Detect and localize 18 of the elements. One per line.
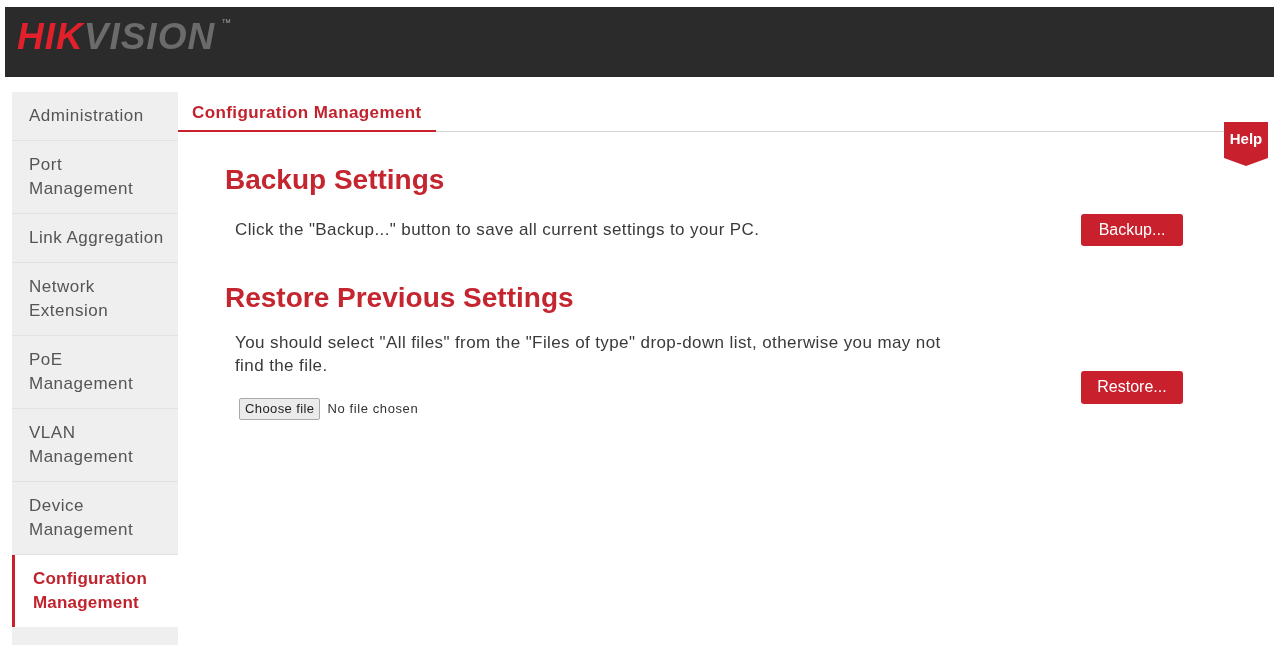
sidebar-item[interactable]: Link Aggregation <box>12 214 178 263</box>
help-button[interactable]: Help <box>1224 122 1268 166</box>
section-heading: Backup Settings <box>225 163 446 196</box>
instruction-text: Click the "Backup..." button to save all current settings to your PC. <box>235 218 760 241</box>
sidebar-item[interactable]: Network Extension <box>12 263 178 336</box>
sidebar-item[interactable]: Administration <box>12 92 178 141</box>
brand-logo: HIKVISION ™ <box>17 18 233 55</box>
sidebar-item[interactable]: VLAN Management <box>12 409 178 482</box>
tab[interactable]: Configuration Management <box>178 92 436 132</box>
instruction-text: You should select "All files" from the "Files of type" drop-down list, otherwise you may not find the file. <box>235 331 942 377</box>
sidebar-item[interactable]: Port Management <box>12 141 178 214</box>
choose-file-button[interactable]: Choose file <box>239 397 321 420</box>
backup-button[interactable]: Backup... <box>1081 213 1183 246</box>
sidebar-item[interactable]: Configuration Management <box>12 555 178 627</box>
restore-button[interactable]: Restore... <box>1081 370 1183 404</box>
section-heading: Restore Previous Settings <box>225 281 575 314</box>
file-status-text: No file chosen <box>327 399 419 418</box>
sidebar-item[interactable]: PoE Management <box>12 336 178 409</box>
